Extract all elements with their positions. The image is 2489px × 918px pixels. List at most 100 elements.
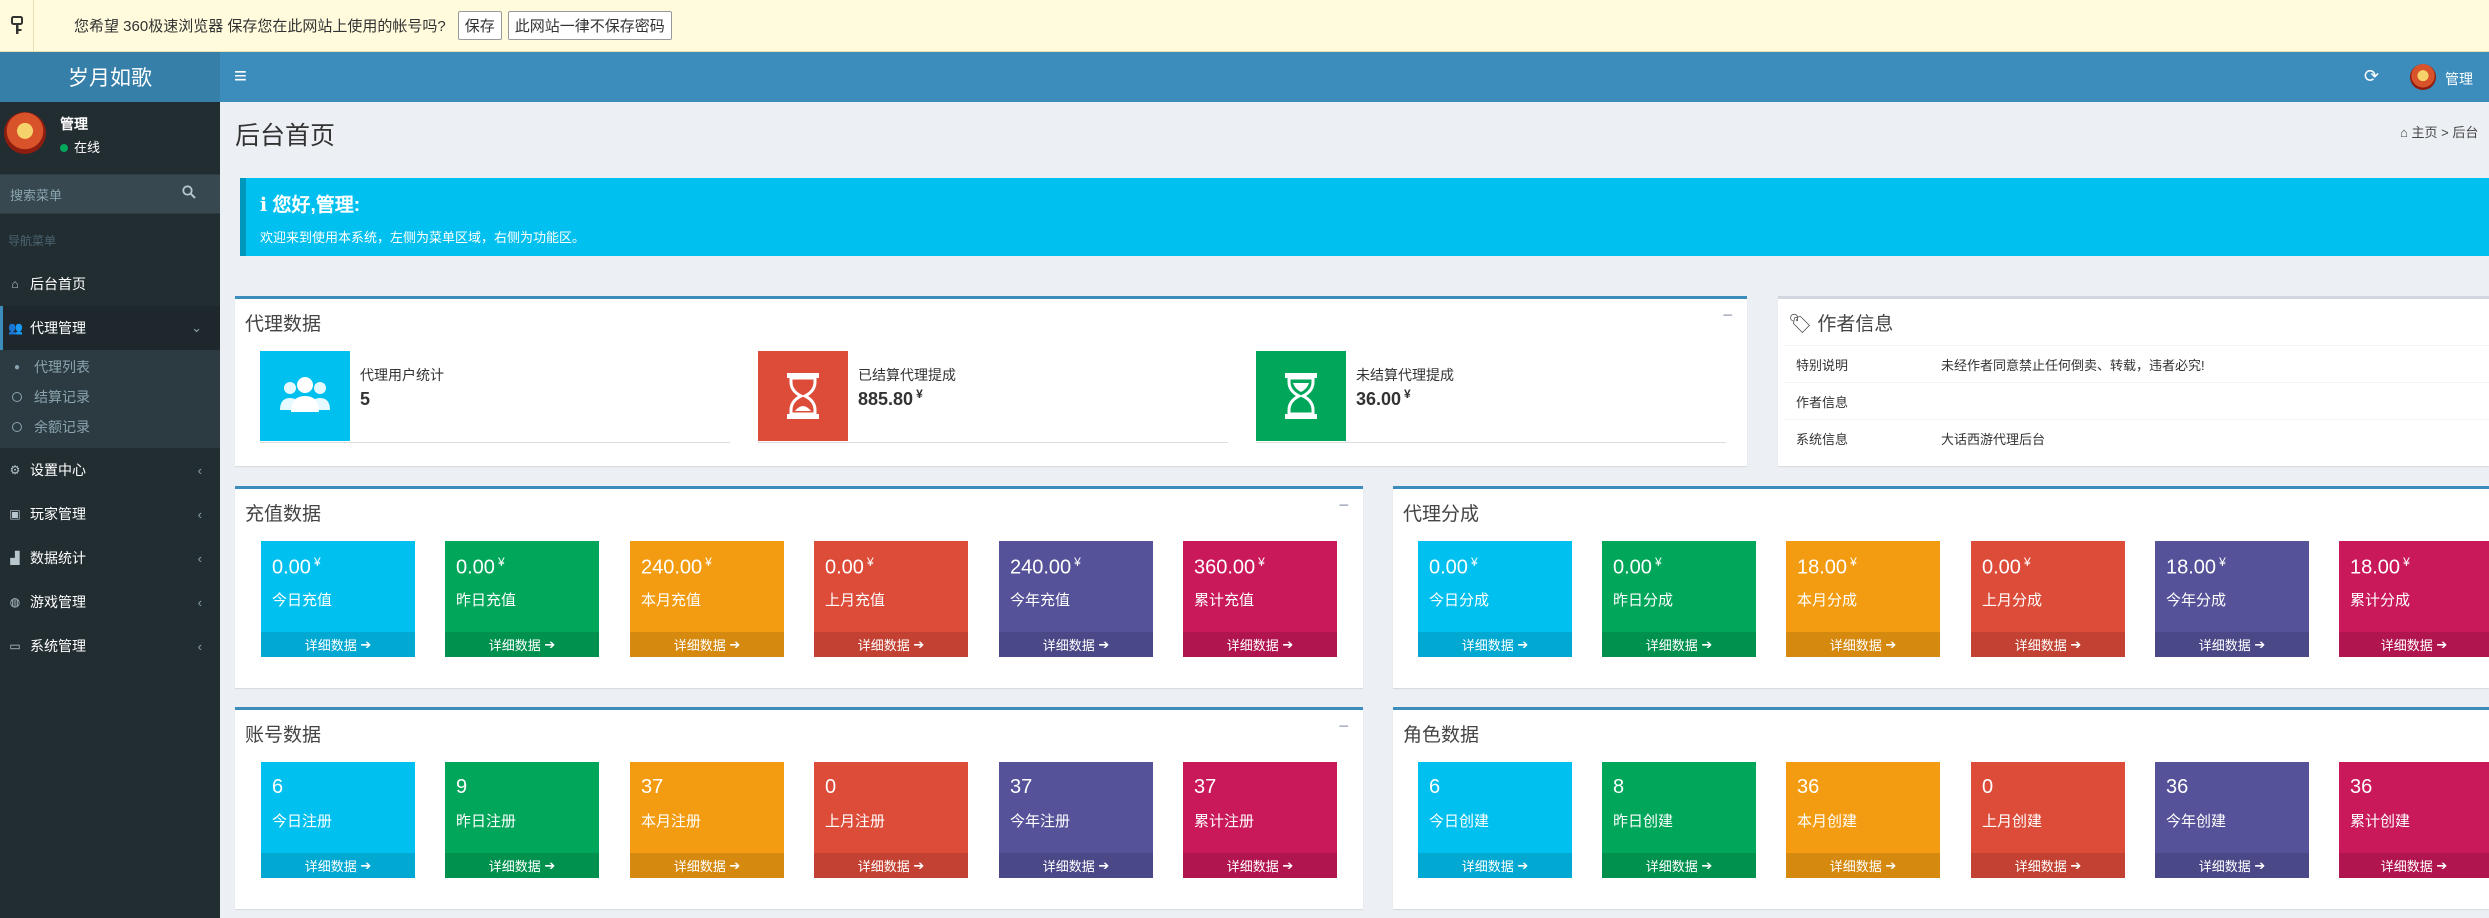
collapse-button[interactable]: −	[1338, 495, 1349, 516]
user-avatar[interactable]	[2410, 64, 2436, 90]
sidebar-item-label: 设置中心	[30, 462, 86, 478]
details-link[interactable]: 详细数据 ➔	[999, 853, 1153, 878]
stat-card: 0.00 ¥ 今日充值 详细数据 ➔	[261, 541, 415, 657]
details-link[interactable]: 详细数据 ➔	[1418, 632, 1572, 657]
callout-heading: 您好,管理:	[272, 195, 361, 216]
stat-card: 18.00 ¥ 本月分成 详细数据 ➔	[1786, 541, 1940, 657]
chevron-left-icon: ‹	[197, 506, 202, 522]
details-link[interactable]: 详细数据 ➔	[1183, 632, 1337, 657]
stat-card: 6 今日创建 详细数据 ➔	[1418, 762, 1572, 878]
table-cell: 未经作者同意禁止任何倒卖、转载，违者必究!	[1929, 345, 2489, 383]
app-logo[interactable]: 岁月如歌	[0, 52, 220, 102]
arrow-circle-right-icon: ➔	[729, 636, 741, 652]
arrow-circle-right-icon: ➔	[1885, 636, 1897, 652]
stat-card: 360.00 ¥ 累计充值 详细数据 ➔	[1183, 541, 1337, 657]
details-link[interactable]: 详细数据 ➔	[2155, 632, 2309, 657]
details-link[interactable]: 详细数据 ➔	[1602, 632, 1756, 657]
sidebar-submenu: ● 代理列表 结算记录 余额记录	[0, 350, 220, 448]
circle-icon	[12, 392, 22, 402]
stat-card: 8 昨日创建 详细数据 ➔	[1602, 762, 1756, 878]
details-link[interactable]: 详细数据 ➔	[1971, 853, 2125, 878]
sidebar-item-label: 数据统计	[30, 550, 86, 566]
stat-label: 今日创建	[1429, 813, 1490, 830]
chevron-left-icon: ‹	[197, 550, 202, 566]
details-link[interactable]: 详细数据 ➔	[1971, 632, 2125, 657]
address-card-icon: ▣	[9, 507, 21, 521]
info-box: 代理用户统计 5	[260, 351, 730, 443]
dashboard-icon: ⌂	[2400, 125, 2408, 140]
collapse-button[interactable]: −	[1338, 716, 1349, 737]
sidebar-item-players[interactable]: ▣ 玩家管理 ‹	[0, 492, 220, 536]
details-link[interactable]: 详细数据 ➔	[630, 632, 784, 657]
sidebar-subitem-agent-list[interactable]: ● 代理列表	[0, 352, 220, 382]
details-link[interactable]: 详细数据 ➔	[630, 853, 784, 878]
stat-value: 0.00 ¥	[1613, 555, 1662, 579]
sidebar-subitem-label: 结算记录	[34, 389, 90, 405]
users-icon: 👥	[8, 321, 23, 335]
sidebar-subitem-label: 代理列表	[34, 359, 90, 375]
never-save-password-button[interactable]: 此网站一律不保存密码	[507, 11, 672, 40]
account-data-box: 账号数据 − 6 今日注册 详细数据 ➔ 9 昨日注册 详细数据 ➔ 37 本月注册 详细数…	[235, 707, 1363, 909]
details-link[interactable]: 详细数据 ➔	[1786, 632, 1940, 657]
details-link[interactable]: 详细数据 ➔	[261, 853, 415, 878]
sidebar-item-settings[interactable]: ⚙ 设置中心 ‹	[0, 448, 220, 492]
stat-label: 本月创建	[1797, 813, 1858, 830]
sidebar-item-label: 系统管理	[30, 638, 86, 654]
stat-value: 0.00 ¥	[456, 555, 505, 579]
table-cell: 作者信息	[1784, 382, 1929, 420]
sidebar-item-games[interactable]: ◍ 游戏管理 ‹	[0, 580, 220, 624]
details-link[interactable]: 详细数据 ➔	[1786, 853, 1940, 878]
stat-value: 0.00 ¥	[1982, 555, 2031, 579]
breadcrumb-home[interactable]: 主页	[2411, 125, 2437, 140]
details-link[interactable]: 详细数据 ➔	[814, 632, 968, 657]
sidebar-item-statistics[interactable]: ▟ 数据统计 ‹	[0, 536, 220, 580]
details-link[interactable]: 详细数据 ➔	[445, 632, 599, 657]
stat-label: 上月充值	[825, 592, 886, 609]
details-link[interactable]: 详细数据 ➔	[2155, 853, 2309, 878]
details-link[interactable]: 详细数据 ➔	[814, 853, 968, 878]
user-menu-name[interactable]: 管理	[2445, 69, 2473, 89]
details-link[interactable]: 详细数据 ➔	[1602, 853, 1756, 878]
chevron-left-icon: ‹	[197, 638, 202, 654]
collapse-button[interactable]: −	[1722, 305, 1733, 326]
sidebar-item-agent-management[interactable]: 👥 代理管理 ⌄	[0, 306, 220, 350]
sidebar-subitem-balance[interactable]: 余额记录	[0, 412, 220, 442]
search-icon[interactable]	[182, 185, 198, 201]
sidebar: 管理 在线 导航菜单 ⌂ 后台首页 👥 代理管理 ⌄ ● 代理列表 结算记录 余额记录 …	[0, 102, 220, 918]
arrow-circle-right-icon: ➔	[913, 636, 925, 652]
arrow-circle-right-icon: ➔	[1098, 636, 1110, 652]
sidebar-item-label: 后台首页	[30, 276, 86, 292]
sidebar-item-label: 游戏管理	[30, 594, 86, 610]
details-link[interactable]: 详细数据 ➔	[261, 632, 415, 657]
stat-label: 今年分成	[2166, 592, 2227, 609]
details-link[interactable]: 详细数据 ➔	[2339, 853, 2489, 878]
sidebar-toggle-icon[interactable]: ≡	[234, 65, 247, 87]
role-data-box: 角色数据 6 今日创建 详细数据 ➔ 8 昨日创建 详细数据 ➔ 36 本月创建 详细数据 …	[1393, 707, 2489, 909]
gamepad-icon: ◍	[9, 595, 21, 609]
details-link[interactable]: 详细数据 ➔	[999, 632, 1153, 657]
save-password-button[interactable]: 保存	[457, 11, 502, 40]
stat-label: 今年注册	[1010, 813, 1071, 830]
box-title: 代理数据	[245, 314, 322, 335]
sidebar-item-system[interactable]: ▭ 系统管理 ‹	[0, 624, 220, 668]
stat-card: 0.00 ¥ 昨日分成 详细数据 ➔	[1602, 541, 1756, 657]
stat-card: 36 本月创建 详细数据 ➔	[1786, 762, 1940, 878]
sidebar-subitem-label: 余额记录	[34, 419, 90, 435]
online-dot-icon	[60, 144, 68, 152]
stat-value: 18.00 ¥	[1797, 555, 1857, 579]
breadcrumb: ⌂ 主页 > 后台	[2400, 125, 2479, 140]
stat-label: 本月注册	[641, 813, 702, 830]
details-link[interactable]: 详细数据 ➔	[445, 853, 599, 878]
details-link[interactable]: 详细数据 ➔	[1418, 853, 1572, 878]
sidebar-subitem-settlement[interactable]: 结算记录	[0, 382, 220, 412]
stat-value: 240.00 ¥	[641, 555, 712, 579]
refresh-icon[interactable]: ⟳	[2364, 66, 2379, 87]
details-link[interactable]: 详细数据 ➔	[2339, 632, 2489, 657]
sidebar-item-home[interactable]: ⌂ 后台首页	[0, 262, 220, 306]
search-input[interactable]	[10, 183, 175, 207]
agent-share-box: 代理分成 0.00 ¥ 今日分成 详细数据 ➔ 0.00 ¥ 昨日分成 详细数据 ➔ 18.…	[1393, 486, 2489, 688]
arrow-circle-right-icon: ➔	[360, 636, 372, 652]
table-cell: 系统信息	[1784, 419, 1929, 457]
details-link[interactable]: 详细数据 ➔	[1183, 853, 1337, 878]
avatar	[4, 112, 46, 154]
